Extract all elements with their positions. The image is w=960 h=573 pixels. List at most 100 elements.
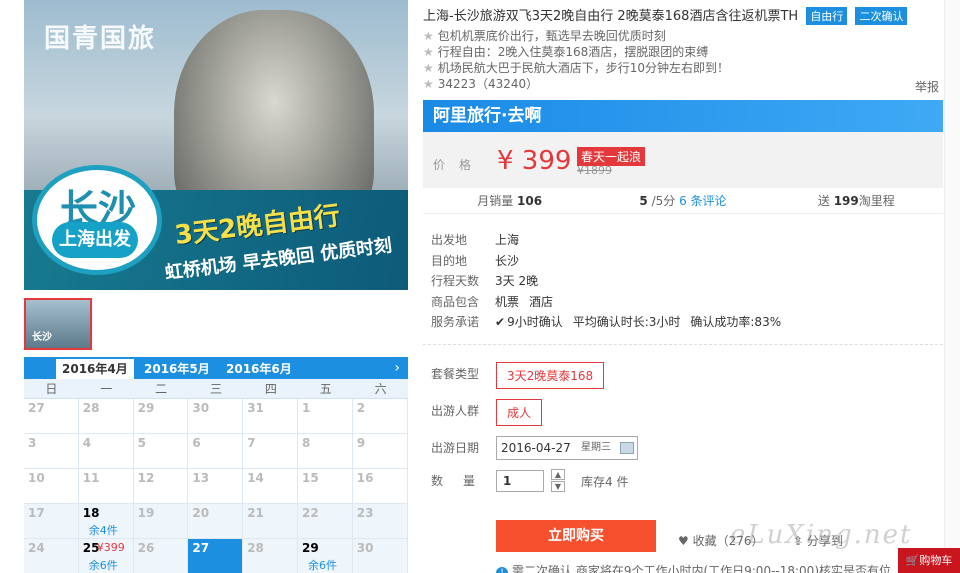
day-stock: 余4件 [198,559,228,572]
detail-key: 行程天数 [431,274,480,288]
badge-confirm: 二次确认 [855,7,908,25]
scrollbar[interactable] [944,0,960,573]
calendar-day: 15 [297,469,353,504]
calendar-day: 26 [133,539,189,573]
day-number: 22 [301,506,319,520]
people-option[interactable]: 成人 [496,399,543,426]
calendar-day: 21 [243,504,298,539]
feature-item: ★ 包机机票底价出行，甄选早去晚回优质时刻 [423,28,729,44]
weekday-label: 一 [100,382,113,396]
day-number: 26 [137,541,155,555]
weekday-label: 六 [374,382,387,396]
price-label: 价格 [433,158,486,172]
day-number: 17 [28,506,45,520]
calendar-day[interactable]: 29 余6件 [297,539,353,573]
next-month-icon[interactable]: › [394,357,400,379]
day-number: 12 [137,471,155,485]
calendar-day: 8 [297,434,353,469]
calendar-day: 28 [243,539,298,573]
calendar-day: 4 [78,434,134,469]
calendar-day[interactable]: 27 余4件 [188,539,244,573]
detail-key: 服务承诺 [431,315,480,329]
confirm-note: ! 需二次确认 商家将在9个工作小时内(工作日9:00--18:00)核实是否有位 [496,562,891,573]
calendar-day: 22 [297,504,353,539]
feature-list: ★ 包机机票底价出行，甄选早去晚回优质时刻 ★ 行程自由：2晚入住莫泰168酒店，摆… [423,28,729,92]
tab-month-2[interactable]: 2016年5月 [138,359,216,379]
package-option[interactable]: 3天2晚莫泰168 [496,362,605,389]
calendar-day: 17 [24,504,79,539]
qty-down-icon[interactable]: ▼ [551,481,565,492]
quantity-input[interactable]: 1 [496,470,544,492]
weekday-label: 日 [45,382,58,396]
rating-score: 5 [639,194,648,208]
page: 国青国旅 长沙 上海出发 3天2晚自由行 虹桥机场 早去晚回 优质时刻 长沙 2… [0,0,960,573]
calendar-day: 31 [243,399,298,434]
thumbnail[interactable]: 长沙 [24,298,92,350]
qty-up-icon[interactable]: ▲ [551,469,565,480]
star-icon: ★ [423,61,434,75]
stats-bar: 月销量 106 5 /5分 6 条评论 送 199淘里程 [423,190,943,214]
reviews-link[interactable]: 6 条评论 [679,194,726,208]
original-price: ¥1899 [577,164,612,177]
calendar-day[interactable]: 18 余4件 [78,504,134,539]
cart-button[interactable]: 🛒购物车 [898,548,960,573]
calendar-day: 5 [133,434,189,469]
divider [423,344,943,345]
feature-text: 34223（43240） [437,77,539,91]
detail-value: 机票 [495,294,520,309]
calendar-day: 29 [133,399,189,434]
calendar-day: 16 [352,469,408,504]
date-label: 出游日期 [431,441,480,455]
calendar-icon[interactable] [620,442,634,454]
product-details: 出发地 上海 目的地 长沙 行程天数 3天 2晚 商品包含 机票 酒店 服务承诺 ✔ 9小时确… [431,230,791,333]
day-number: 11 [82,471,100,485]
info-icon: ! [496,567,508,573]
day-number: 24 [28,541,45,555]
detail-value: 上海 [495,233,520,247]
calendar-day: 19 [133,504,189,539]
heart-icon: ♥ [678,534,693,548]
star-icon: ★ [423,29,434,43]
day-number: 5 [137,436,146,450]
calendar-day: 9 [352,434,408,469]
hero-image[interactable]: 国青国旅 长沙 上海出发 3天2晚自由行 虹桥机场 早去晚回 优质时刻 [24,0,408,290]
rating: 5 /5分 6 条评论 [596,190,769,213]
calendar-day: 23 [352,504,408,539]
monthly-sales: 月销量 106 [423,190,596,213]
day-number: 19 [137,506,155,520]
calendar-day: 10 [24,469,79,504]
weekday-label: 二 [155,382,168,396]
day-number: 28 [247,541,264,555]
date-input[interactable]: 2016-04-27 星期三 [496,436,638,460]
detail-value: 酒店 [529,294,554,309]
calendar-day: 12 [133,469,189,504]
day-number: 29 [301,541,319,555]
price-value: ¥ 399 [497,146,572,176]
detail-duration: 行程天数 3天 2晚 [431,271,791,292]
calendar-day: 14 [243,469,298,504]
buy-now-button[interactable]: 立即购买 [496,520,656,552]
report-link[interactable]: 举报 [915,78,939,95]
detail-value: 9小时确认 [507,315,563,329]
hero-brand: 国青国旅 [44,24,157,54]
price-calendar: 2016年4月 2016年5月 2016年6月 › 日一二三四五六 27 28 29… [24,357,408,573]
tab-month-3[interactable]: 2016年6月 [220,359,298,379]
day-number: 8 [301,436,311,450]
calendar-day: 28 [78,399,134,434]
day-stock: 余6件 [88,559,118,572]
points-value: 199 [833,194,859,208]
day-number: 9 [356,436,366,450]
detail-key: 商品包含 [431,294,480,309]
day-number: 7 [247,436,256,450]
calendar-day[interactable]: 25 ¥399 余6件 [78,539,134,573]
stock-text: 库存4 件 [581,475,629,489]
day-number: 1 [301,401,311,415]
day-number: 28 [82,401,100,415]
cart-label: 购物车 [919,554,953,567]
calendar-weekdays: 日一二三四五六 [24,379,408,399]
sales-count: 106 [517,194,543,208]
tab-month-1[interactable]: 2016年4月 [56,359,134,379]
points-prefix: 送 [817,194,830,208]
calendar-day: 27 [24,399,79,434]
calendar-day: 6 [188,434,244,469]
